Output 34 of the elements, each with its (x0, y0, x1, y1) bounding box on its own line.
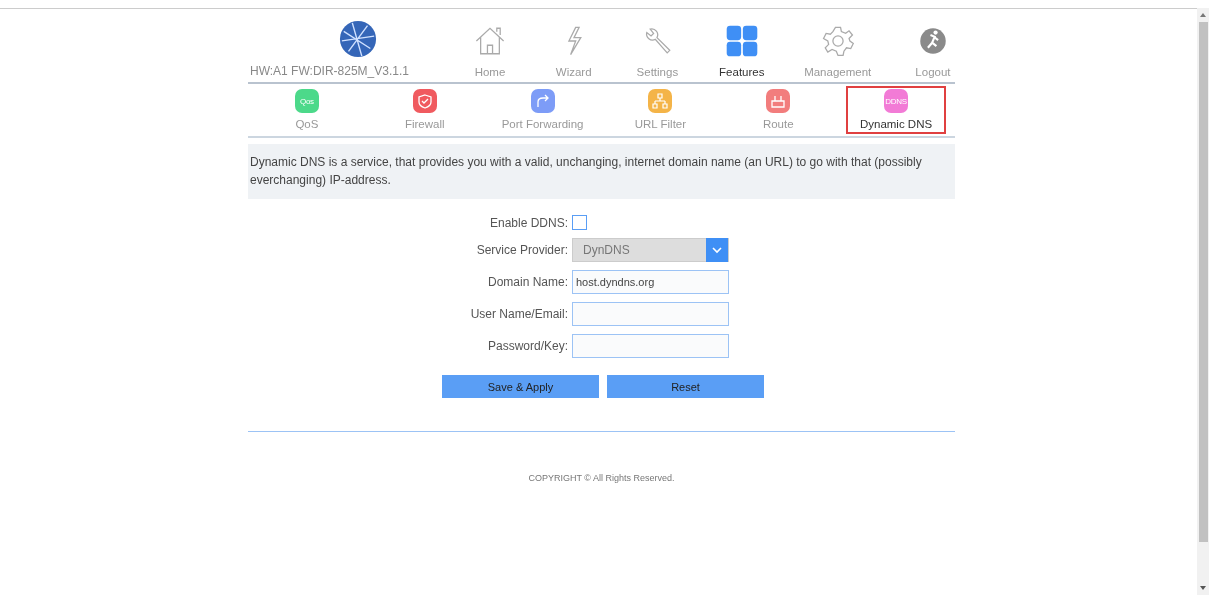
nav-tab[interactable]: Home (468, 24, 512, 78)
firmware-version: HW:A1 FW:DIR-825M_V3.1.1 (250, 64, 409, 78)
copyright-text: COPYRIGHT © All Rights Reserved. (527, 473, 676, 483)
ddns-icon: DDNS (884, 89, 909, 113)
input-field[interactable]: host.dyndns.org (572, 270, 729, 294)
action-button[interactable]: Reset (607, 375, 764, 398)
description-text: Dynamic DNS is a service, that provides you with a valid, unchanging, internet domain name (an URL) to go with that (possibly everchanging) IP-address. (248, 144, 955, 199)
nav-tab[interactable]: Settings (635, 24, 680, 78)
action-button[interactable]: Save & Apply (442, 375, 599, 398)
nav-tab[interactable]: Logout (910, 24, 955, 78)
feature-tab[interactable]: Route (728, 86, 829, 134)
feature-tab[interactable]: URL Filter (610, 86, 711, 134)
field-label: Password/Key: (486, 339, 568, 353)
field-label: Enable DDNS: (488, 215, 568, 230)
settings-icon (820, 24, 855, 58)
feature-tab[interactable]: Port Forwarding (492, 86, 593, 134)
field-label: Service Provider: (475, 243, 568, 257)
qos-icon: Qos (294, 89, 319, 113)
input-field[interactable] (572, 334, 729, 358)
feature-tab[interactable]: Qos QoS (256, 86, 357, 134)
nav-tab[interactable]: Wizard (551, 24, 596, 78)
grid-icon (724, 24, 759, 58)
field-label: User Name/Email: (469, 307, 568, 321)
field-label: Domain Name: (486, 275, 568, 289)
nav-tab[interactable]: Features (719, 24, 765, 78)
provider-dropdown[interactable]: DynDNS (572, 238, 729, 262)
input-field[interactable] (572, 302, 729, 326)
nav-tab[interactable]: Management (804, 24, 872, 78)
globe-logo-icon (339, 20, 377, 58)
chevron-down-icon (711, 244, 723, 256)
scrollbar[interactable] (1197, 8, 1209, 595)
feature-tab[interactable]: Firewall (374, 86, 475, 134)
feature-tab[interactable]: DDNS Dynamic DNS (846, 86, 947, 134)
enable-checkbox[interactable] (572, 215, 587, 230)
